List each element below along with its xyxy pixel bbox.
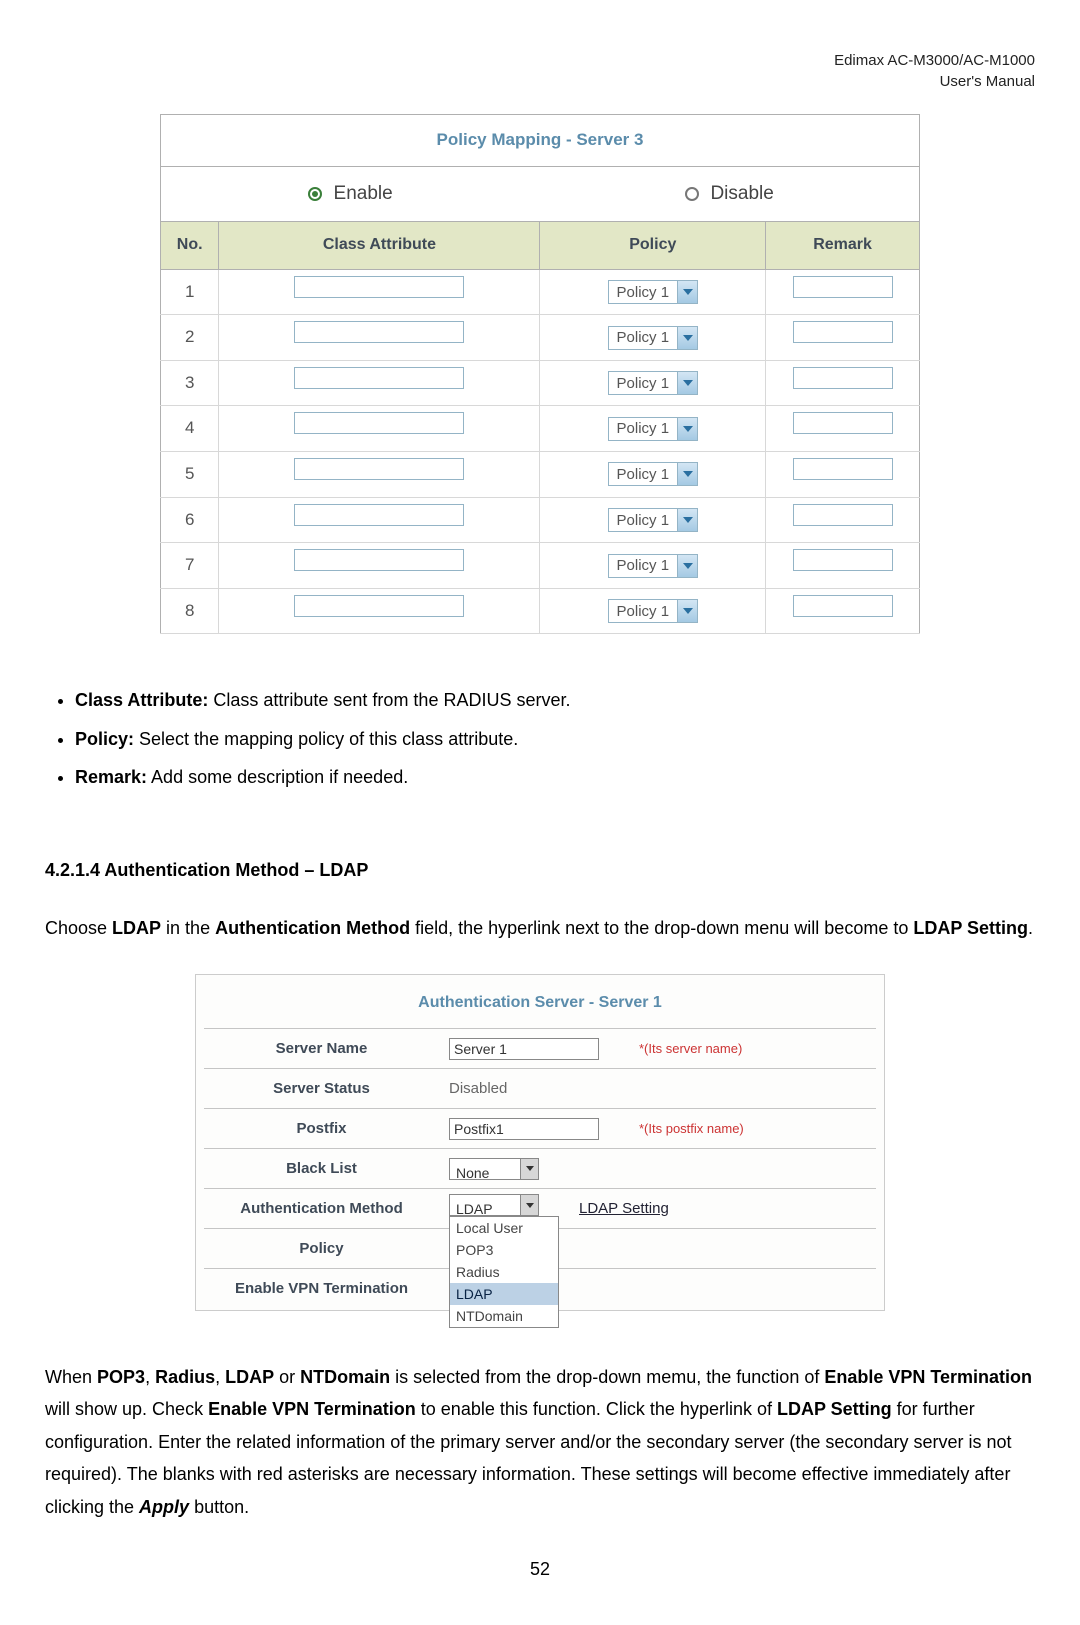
section-heading: 4.2.1.4 Authentication Method – LDAP bbox=[45, 854, 1035, 886]
row-no: 5 bbox=[161, 451, 219, 497]
table-row: 3 Policy 1 bbox=[161, 360, 920, 406]
option-ldap[interactable]: LDAP bbox=[450, 1283, 558, 1305]
class-attr-input[interactable] bbox=[294, 412, 464, 434]
remark-input[interactable] bbox=[793, 549, 893, 571]
class-attr-input[interactable] bbox=[294, 549, 464, 571]
enable-label: Enable bbox=[334, 183, 393, 204]
table-row: 5 Policy 1 bbox=[161, 451, 920, 497]
class-attr-input[interactable] bbox=[294, 321, 464, 343]
chevron-down-icon bbox=[677, 463, 697, 485]
server-status-value: Disabled bbox=[449, 1075, 507, 1102]
class-attr-input[interactable] bbox=[294, 276, 464, 298]
option-radius[interactable]: Radius bbox=[450, 1261, 558, 1283]
table-row: 1 Policy 1 bbox=[161, 269, 920, 315]
policy-dropdown[interactable]: Policy 1 bbox=[608, 554, 699, 578]
chevron-down-icon bbox=[677, 281, 697, 303]
row-no: 7 bbox=[161, 543, 219, 589]
col-no: No. bbox=[161, 221, 219, 269]
ldap-intro-paragraph: Choose LDAP in the Authentication Method… bbox=[45, 912, 1035, 944]
policy-mapping-table: Policy Mapping - Server 3 Enable Disable… bbox=[160, 114, 920, 634]
chevron-down-icon bbox=[677, 509, 697, 531]
notes-list: Class Attribute: Class attribute sent fr… bbox=[75, 684, 1035, 793]
header-line1: Edimax AC-M3000/AC-M1000 bbox=[45, 50, 1035, 71]
chevron-down-icon bbox=[677, 418, 697, 440]
postfix-input[interactable] bbox=[449, 1118, 599, 1140]
postfix-note: *(Its postfix name) bbox=[639, 1117, 744, 1140]
chevron-down-icon bbox=[677, 600, 697, 622]
page-header: Edimax AC-M3000/AC-M1000 User's Manual bbox=[45, 50, 1035, 92]
auth-method-options: Local User POP3 Radius LDAP NTDomain bbox=[449, 1216, 559, 1328]
option-ntdomain[interactable]: NTDomain bbox=[450, 1305, 558, 1327]
class-attr-input[interactable] bbox=[294, 504, 464, 526]
auth-server-title: Authentication Server - Server 1 bbox=[204, 981, 876, 1028]
row-no: 6 bbox=[161, 497, 219, 543]
row-no: 4 bbox=[161, 406, 219, 452]
policy-dropdown[interactable]: Policy 1 bbox=[608, 371, 699, 395]
remark-input[interactable] bbox=[793, 321, 893, 343]
remark-input[interactable] bbox=[793, 276, 893, 298]
policy-dropdown[interactable]: Policy 1 bbox=[608, 599, 699, 623]
server-name-label: Server Name bbox=[204, 1035, 439, 1062]
remark-input[interactable] bbox=[793, 458, 893, 480]
table-row: 8 Policy 1 bbox=[161, 588, 920, 634]
table-row: 4 Policy 1 bbox=[161, 406, 920, 452]
page-number: 52 bbox=[45, 1553, 1035, 1585]
chevron-down-icon bbox=[677, 555, 697, 577]
policy-dropdown[interactable]: Policy 1 bbox=[608, 508, 699, 532]
row-no: 8 bbox=[161, 588, 219, 634]
class-attr-input[interactable] bbox=[294, 595, 464, 617]
remark-input[interactable] bbox=[793, 412, 893, 434]
note-class-attribute: Class Attribute: Class attribute sent fr… bbox=[75, 684, 1035, 716]
policy-dropdown[interactable]: Policy 1 bbox=[608, 417, 699, 441]
remark-input[interactable] bbox=[793, 595, 893, 617]
postfix-label: Postfix bbox=[204, 1115, 439, 1142]
remark-input[interactable] bbox=[793, 367, 893, 389]
auth-method-label: Authentication Method bbox=[204, 1195, 439, 1222]
col-remark: Remark bbox=[766, 221, 920, 269]
black-list-dropdown[interactable]: None bbox=[449, 1158, 539, 1180]
auth-server-panel: Authentication Server - Server 1 Server … bbox=[195, 974, 885, 1311]
auth-method-dropdown[interactable]: LDAP bbox=[449, 1194, 539, 1216]
note-remark: Remark: Add some description if needed. bbox=[75, 761, 1035, 793]
col-policy: Policy bbox=[540, 221, 766, 269]
chevron-down-icon bbox=[677, 327, 697, 349]
server-status-label: Server Status bbox=[204, 1075, 439, 1102]
policy-mapping-title: Policy Mapping - Server 3 bbox=[161, 115, 920, 167]
ldap-desc-paragraph: When POP3, Radius, LDAP or NTDomain is s… bbox=[45, 1361, 1035, 1523]
note-policy: Policy: Select the mapping policy of thi… bbox=[75, 723, 1035, 755]
option-local-user[interactable]: Local User bbox=[450, 1217, 558, 1239]
policy-dropdown[interactable]: Policy 1 bbox=[608, 280, 699, 304]
table-row: 7 Policy 1 bbox=[161, 543, 920, 589]
row-no: 2 bbox=[161, 315, 219, 361]
class-attr-input[interactable] bbox=[294, 367, 464, 389]
remark-input[interactable] bbox=[793, 504, 893, 526]
enable-vpn-label: Enable VPN Termination bbox=[204, 1275, 439, 1302]
ldap-setting-link[interactable]: LDAP Setting bbox=[579, 1195, 669, 1222]
policy-label: Policy bbox=[204, 1235, 439, 1262]
chevron-down-icon bbox=[520, 1195, 538, 1215]
table-row: 2 Policy 1 bbox=[161, 315, 920, 361]
enable-radio[interactable] bbox=[308, 187, 322, 201]
col-class: Class Attribute bbox=[219, 221, 540, 269]
server-name-note: *(Its server name) bbox=[639, 1037, 742, 1060]
policy-dropdown[interactable]: Policy 1 bbox=[608, 462, 699, 486]
policy-dropdown[interactable]: Policy 1 bbox=[608, 326, 699, 350]
disable-radio[interactable] bbox=[685, 187, 699, 201]
table-row: 6 Policy 1 bbox=[161, 497, 920, 543]
server-name-input[interactable] bbox=[449, 1038, 599, 1060]
black-list-label: Black List bbox=[204, 1155, 439, 1182]
header-line2: User's Manual bbox=[45, 71, 1035, 92]
disable-label: Disable bbox=[710, 183, 773, 204]
chevron-down-icon bbox=[677, 372, 697, 394]
row-no: 1 bbox=[161, 269, 219, 315]
class-attr-input[interactable] bbox=[294, 458, 464, 480]
option-pop3[interactable]: POP3 bbox=[450, 1239, 558, 1261]
chevron-down-icon bbox=[520, 1159, 538, 1179]
row-no: 3 bbox=[161, 360, 219, 406]
